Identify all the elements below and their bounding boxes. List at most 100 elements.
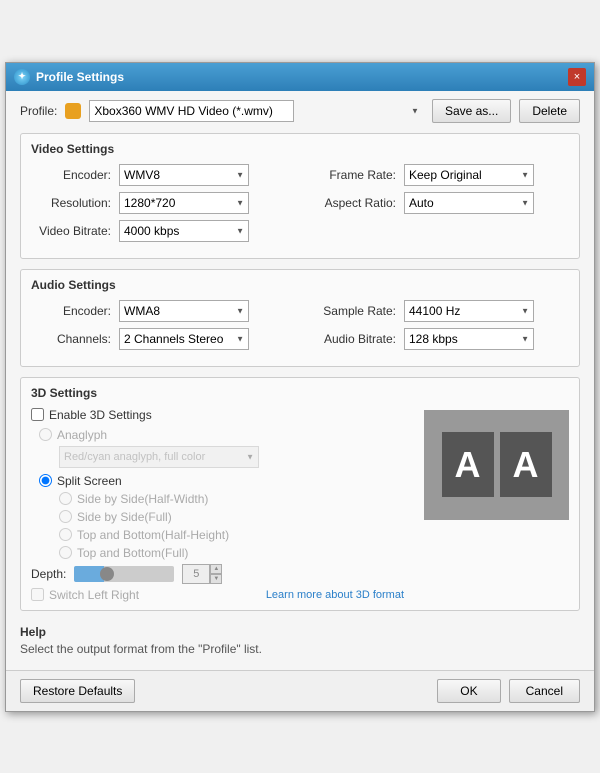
encoder-select-wrap: WMV8 (119, 164, 249, 186)
delete-button[interactable]: Delete (519, 99, 580, 123)
sample-rate-select[interactable]: 44100 Hz (404, 300, 534, 322)
profile-label: Profile: (20, 104, 57, 118)
side-by-side-half-label: Side by Side(Half-Width) (77, 492, 208, 506)
encoder-row: Encoder: WMV8 (31, 164, 294, 186)
3d-settings-body: Enable 3D Settings Anaglyph Red/cyan ana… (31, 408, 569, 602)
channels-select[interactable]: 2 Channels Stereo (119, 328, 249, 350)
close-button[interactable]: × (568, 68, 586, 86)
bitrate-select-wrap: 4000 kbps (119, 220, 249, 242)
split-screen-radio[interactable] (39, 474, 52, 487)
side-by-side-full-label: Side by Side(Full) (77, 510, 172, 524)
audio-col-right: Sample Rate: 44100 Hz Audio Bitrate: 128… (306, 300, 569, 356)
depth-row: Depth: ▲ ▼ (31, 564, 404, 584)
anaglyph-select-container: Red/cyan anaglyph, full color (59, 446, 404, 468)
audio-settings-section: Audio Settings Encoder: WMA8 Channels: (20, 269, 580, 367)
spinner-arrows: ▲ ▼ (210, 564, 222, 584)
audio-bitrate-select-wrap: 128 kbps (404, 328, 534, 350)
encoder-select[interactable]: WMV8 (119, 164, 249, 186)
audio-encoder-label: Encoder: (31, 304, 111, 318)
resolution-select[interactable]: 1280*720 (119, 192, 249, 214)
channels-row: Channels: 2 Channels Stereo (31, 328, 294, 350)
frame-rate-select-wrap: Keep Original (404, 164, 534, 186)
audio-settings-title: Audio Settings (31, 278, 569, 292)
video-settings-title: Video Settings (31, 142, 569, 156)
sample-rate-select-wrap: 44100 Hz (404, 300, 534, 322)
help-text: Select the output format from the "Profi… (20, 642, 580, 656)
switch-left-right-checkbox (31, 588, 44, 601)
restore-defaults-button[interactable]: Restore Defaults (20, 679, 135, 703)
side-by-side-half-row: Side by Side(Half-Width) (59, 492, 404, 506)
resolution-label: Resolution: (31, 196, 111, 210)
split-screen-options: Side by Side(Half-Width) Side by Side(Fu… (51, 492, 404, 560)
audio-encoder-row: Encoder: WMA8 (31, 300, 294, 322)
anaglyph-select: Red/cyan anaglyph, full color (59, 446, 259, 468)
titlebar: ✦ Profile Settings × (6, 63, 594, 91)
sample-rate-label: Sample Rate: (306, 304, 396, 318)
audio-encoder-select-wrap: WMA8 (119, 300, 249, 322)
top-bottom-full-row: Top and Bottom(Full) (59, 546, 404, 560)
learn-more-link[interactable]: Learn more about 3D format (266, 589, 404, 601)
audio-encoder-select[interactable]: WMA8 (119, 300, 249, 322)
side-by-side-half-radio (59, 492, 72, 505)
top-bottom-half-row: Top and Bottom(Half-Height) (59, 528, 404, 542)
enable-3d-checkbox[interactable] (31, 408, 44, 421)
top-bottom-full-label: Top and Bottom(Full) (77, 546, 188, 560)
audio-col-left: Encoder: WMA8 Channels: 2 Channels Stere… (31, 300, 294, 356)
spin-down-button[interactable]: ▼ (210, 574, 222, 584)
ok-button[interactable]: OK (437, 679, 500, 703)
encoder-label: Encoder: (31, 168, 111, 182)
video-settings-section: Video Settings Encoder: WMV8 Resolution: (20, 133, 580, 259)
depth-value-input[interactable] (182, 564, 210, 584)
anaglyph-radio (39, 428, 52, 441)
depth-spinner: ▲ ▼ (182, 564, 222, 584)
bitrate-select[interactable]: 4000 kbps (119, 220, 249, 242)
audio-settings-cols: Encoder: WMA8 Channels: 2 Channels Stere… (31, 300, 569, 356)
titlebar-left: ✦ Profile Settings (14, 69, 124, 85)
profile-select[interactable]: Xbox360 WMV HD Video (*.wmv) (89, 100, 294, 122)
help-title: Help (20, 625, 580, 639)
audio-bitrate-label: Audio Bitrate: (306, 332, 396, 346)
preview-letter-right: A (500, 432, 552, 497)
video-settings-cols: Encoder: WMV8 Resolution: 1280*720 (31, 164, 569, 248)
cancel-button[interactable]: Cancel (509, 679, 580, 703)
resolution-select-wrap: 1280*720 (119, 192, 249, 214)
top-bottom-half-label: Top and Bottom(Half-Height) (77, 528, 229, 542)
aspect-ratio-select[interactable]: Auto (404, 192, 534, 214)
bitrate-row: Video Bitrate: 4000 kbps (31, 220, 294, 242)
settings-3d-section: 3D Settings Enable 3D Settings Anaglyph (20, 377, 580, 611)
resolution-row: Resolution: 1280*720 (31, 192, 294, 214)
3d-preview-box: A A (424, 410, 569, 520)
enable-3d-row: Enable 3D Settings (31, 408, 404, 422)
frame-rate-select[interactable]: Keep Original (404, 164, 534, 186)
video-col-left: Encoder: WMV8 Resolution: 1280*720 (31, 164, 294, 248)
depth-slider[interactable] (74, 566, 174, 582)
footer: Restore Defaults OK Cancel (6, 670, 594, 711)
aspect-ratio-select-wrap: Auto (404, 192, 534, 214)
aspect-ratio-row: Aspect Ratio: Auto (306, 192, 569, 214)
sample-rate-row: Sample Rate: 44100 Hz (306, 300, 569, 322)
switch-left-right-label: Switch Left Right (49, 588, 139, 602)
main-content: Profile: Xbox360 WMV HD Video (*.wmv) Sa… (6, 91, 594, 670)
profile-row: Profile: Xbox360 WMV HD Video (*.wmv) Sa… (20, 99, 580, 123)
side-by-side-full-row: Side by Side(Full) (59, 510, 404, 524)
frame-rate-row: Frame Rate: Keep Original (306, 164, 569, 186)
help-section: Help Select the output format from the "… (20, 621, 580, 662)
3d-settings-title: 3D Settings (31, 386, 569, 400)
aspect-ratio-label: Aspect Ratio: (306, 196, 396, 210)
frame-rate-label: Frame Rate: (306, 168, 396, 182)
channels-label: Channels: (31, 332, 111, 346)
switch-row: Switch Left Right Learn more about 3D fo… (31, 588, 404, 602)
profile-settings-dialog: ✦ Profile Settings × Profile: Xbox360 WM… (5, 62, 595, 712)
split-screen-label[interactable]: Split Screen (57, 474, 122, 488)
spin-up-button[interactable]: ▲ (210, 564, 222, 574)
side-by-side-full-radio (59, 510, 72, 523)
app-icon: ✦ (14, 69, 30, 85)
enable-3d-label[interactable]: Enable 3D Settings (49, 408, 152, 422)
profile-icon (65, 103, 81, 119)
save-as-button[interactable]: Save as... (432, 99, 511, 123)
dialog-title: Profile Settings (36, 70, 124, 84)
audio-bitrate-select[interactable]: 128 kbps (404, 328, 534, 350)
top-bottom-full-radio (59, 546, 72, 559)
3d-settings-left: Enable 3D Settings Anaglyph Red/cyan ana… (31, 408, 404, 602)
anaglyph-label: Anaglyph (57, 428, 107, 442)
